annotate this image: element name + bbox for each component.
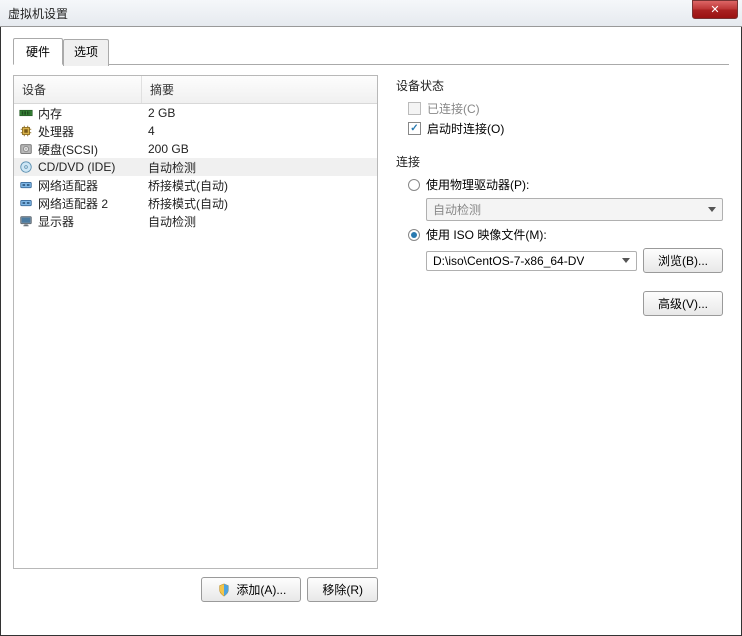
connected-label: 已连接(C): [427, 100, 480, 117]
close-button[interactable]: ✕: [692, 0, 738, 19]
header-summary[interactable]: 摘要: [142, 76, 377, 103]
left-pane: 设备 摘要 内存2 GB处理器4硬盘(SCSI)200 GBCD/DVD (ID…: [13, 75, 378, 602]
device-name: 内存: [38, 105, 62, 122]
device-name: 硬盘(SCSI): [38, 141, 98, 158]
hardware-row[interactable]: 显示器 自动检测: [14, 212, 377, 230]
tab-content: 设备 摘要 内存2 GB处理器4硬盘(SCSI)200 GBCD/DVD (ID…: [13, 65, 729, 602]
hardware-header: 设备 摘要: [14, 76, 377, 104]
advanced-button-label: 高级(V)...: [658, 295, 708, 312]
window-body: 硬件 选项 设备 摘要 内存2 GB处理器4硬盘(SCSI)200 GBCD/D…: [0, 27, 742, 636]
radio-icon: [408, 229, 420, 241]
hardware-button-row: 添加(A)... 移除(R): [13, 577, 378, 602]
cd-icon: [18, 159, 34, 175]
device-cell: 网络适配器: [14, 176, 142, 195]
device-name: 网络适配器: [38, 177, 98, 194]
iso-file-label: 使用 ISO 映像文件(M):: [426, 226, 547, 243]
device-cell: 处理器: [14, 122, 142, 141]
connection-title: 连接: [396, 153, 723, 170]
connect-on-poweron-row[interactable]: 启动时连接(O): [408, 120, 723, 137]
device-name: 显示器: [38, 213, 74, 230]
shield-icon: [216, 582, 232, 598]
cpu-icon: [18, 123, 34, 139]
device-cell: 网络适配器 2: [14, 194, 142, 213]
tab-bar: 硬件 选项: [13, 37, 729, 65]
physical-drive-dropdown-row: 自动检测: [426, 198, 723, 221]
window-title: 虚拟机设置: [8, 5, 692, 22]
memory-icon: [18, 105, 34, 121]
physical-drive-dropdown[interactable]: 自动检测: [426, 198, 723, 221]
connection-group: 连接 使用物理驱动器(P): 自动检测 使用 ISO 映像文件(M):: [396, 153, 723, 316]
network-icon: [18, 195, 34, 211]
tab-hardware[interactable]: 硬件: [13, 38, 63, 65]
iso-file-row[interactable]: 使用 ISO 映像文件(M):: [408, 226, 723, 243]
physical-drive-row[interactable]: 使用物理驱动器(P):: [408, 176, 723, 193]
summary-cell: 自动检测: [142, 212, 377, 231]
browse-button[interactable]: 浏览(B)...: [643, 248, 723, 273]
tab-label: 硬件: [26, 45, 50, 59]
hardware-list: 设备 摘要 内存2 GB处理器4硬盘(SCSI)200 GBCD/DVD (ID…: [13, 75, 378, 569]
hardware-row[interactable]: 硬盘(SCSI) 200 GB: [14, 140, 377, 158]
chevron-down-icon: [622, 258, 630, 263]
dropdown-value: 自动检测: [433, 201, 481, 218]
connect-on-poweron-label: 启动时连接(O): [427, 120, 504, 137]
device-cell: 显示器: [14, 212, 142, 231]
checkbox-icon: [408, 102, 421, 115]
iso-path-dropdown[interactable]: D:\iso\CentOS-7-x86_64-DV: [426, 251, 637, 271]
hardware-row[interactable]: 内存 2 GB: [14, 104, 377, 122]
summary-cell: 2 GB: [142, 105, 377, 121]
physical-drive-label: 使用物理驱动器(P):: [426, 176, 529, 193]
remove-button-label: 移除(R): [322, 581, 363, 598]
remove-button[interactable]: 移除(R): [307, 577, 378, 602]
device-name: 网络适配器 2: [38, 195, 108, 212]
radio-icon: [408, 179, 420, 191]
device-cell: CD/DVD (IDE): [14, 158, 142, 176]
display-icon: [18, 213, 34, 229]
right-pane: 设备状态 已连接(C) 启动时连接(O) 连接 使用物理驱动器(P):: [390, 75, 729, 602]
hardware-row[interactable]: 网络适配器 2 桥接模式(自动): [14, 194, 377, 212]
advanced-button[interactable]: 高级(V)...: [643, 291, 723, 316]
device-name: 处理器: [38, 123, 74, 140]
hardware-row[interactable]: 处理器 4: [14, 122, 377, 140]
device-cell: 硬盘(SCSI): [14, 140, 142, 159]
browse-button-label: 浏览(B)...: [658, 252, 708, 269]
tab-options[interactable]: 选项: [63, 39, 109, 66]
summary-cell: 自动检测: [142, 158, 377, 177]
chevron-down-icon: [708, 207, 716, 212]
summary-cell: 200 GB: [142, 141, 377, 157]
add-button[interactable]: 添加(A)...: [201, 577, 301, 602]
checkbox-icon: [408, 122, 421, 135]
add-button-label: 添加(A)...: [236, 581, 286, 598]
header-device[interactable]: 设备: [14, 76, 142, 103]
close-icon: ✕: [710, 3, 719, 16]
title-bar: 虚拟机设置 ✕: [0, 0, 742, 27]
iso-path-row: D:\iso\CentOS-7-x86_64-DV 浏览(B)...: [426, 248, 723, 273]
device-status-title: 设备状态: [396, 77, 723, 94]
disk-icon: [18, 141, 34, 157]
device-cell: 内存: [14, 104, 142, 123]
device-name: CD/DVD (IDE): [38, 160, 115, 174]
iso-path-value: D:\iso\CentOS-7-x86_64-DV: [433, 254, 584, 268]
summary-cell: 桥接模式(自动): [142, 194, 377, 213]
summary-cell: 桥接模式(自动): [142, 176, 377, 195]
advanced-row: 高级(V)...: [396, 291, 723, 316]
summary-cell: 4: [142, 123, 377, 139]
connected-row[interactable]: 已连接(C): [408, 100, 723, 117]
tab-label: 选项: [74, 45, 98, 59]
hardware-row[interactable]: CD/DVD (IDE) 自动检测: [14, 158, 377, 176]
device-status-group: 设备状态 已连接(C) 启动时连接(O): [396, 77, 723, 137]
hardware-rows: 内存 2 GB 处理器 4 硬盘(SCSI) 200 GB CD/DVD (IDE) 自动检测…: [14, 104, 377, 230]
hardware-row[interactable]: 网络适配器 桥接模式(自动): [14, 176, 377, 194]
network-icon: [18, 177, 34, 193]
